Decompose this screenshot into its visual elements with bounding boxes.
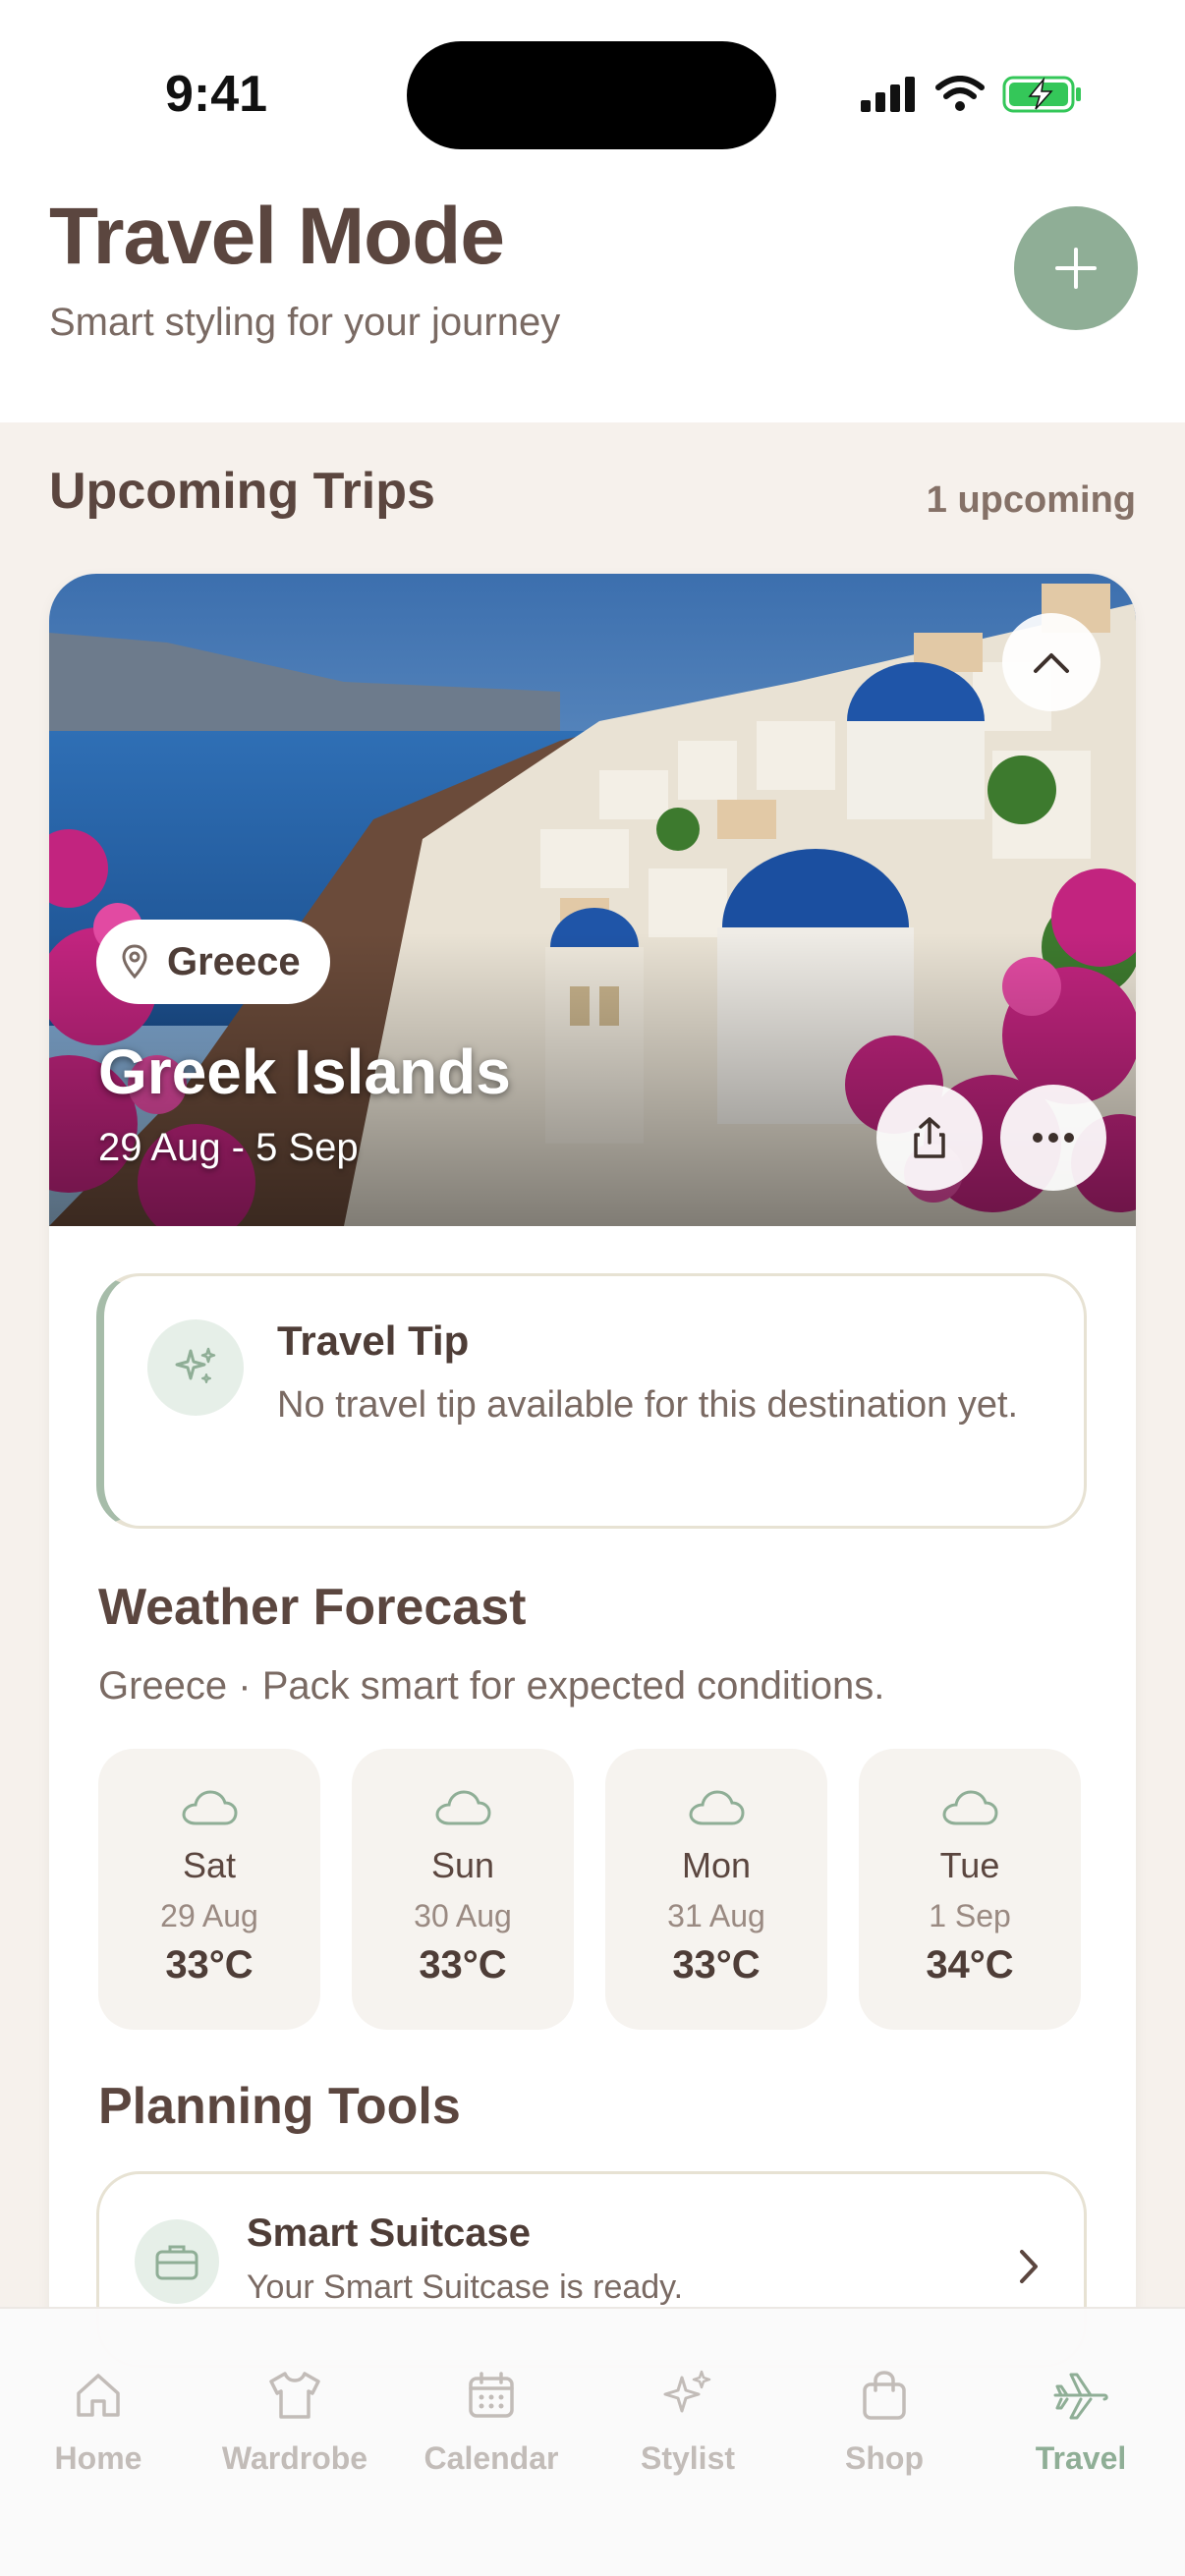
trip-dates: 29 Aug - 5 Sep (98, 1126, 359, 1169)
wifi-icon (935, 76, 985, 111)
weather-date: 31 Aug (667, 1898, 765, 1933)
status-icons (861, 75, 1083, 114)
cellular-signal-icon (861, 77, 915, 112)
tab-calendar[interactable]: Calendar (393, 2364, 590, 2477)
more-horizontal-icon (1033, 1133, 1074, 1143)
share-trip-button[interactable] (876, 1085, 983, 1191)
weather-date: 29 Aug (160, 1898, 258, 1933)
planning-tools-title: Planning Tools (98, 2078, 461, 2135)
tool-subtitle: Your Smart Suitcase is ready. (247, 2268, 684, 2306)
weather-temp: 33°C (672, 1943, 761, 1987)
tab-shop[interactable]: Shop (786, 2364, 983, 2477)
trip-name: Greek Islands (98, 1036, 511, 1107)
weather-day-card: Sat 29 Aug 33°C (98, 1749, 320, 2030)
tab-label: Travel (1035, 2440, 1127, 2476)
page-title: Travel Mode (49, 192, 505, 281)
tool-title: Smart Suitcase (247, 2212, 532, 2255)
location-label: Greece (167, 939, 301, 983)
trip-hero-image: Greece Greek Islands 29 Aug - 5 Sep (49, 574, 1136, 1226)
weather-forecast-title: Weather Forecast (98, 1579, 527, 1636)
weather-day: Tue (939, 1845, 1000, 1885)
tab-label: Wardrobe (221, 2440, 368, 2476)
share-icon (914, 1117, 945, 1158)
dynamic-island (407, 41, 776, 149)
travel-tip-text: No travel tip available for this destina… (277, 1384, 1019, 1426)
tab-label: Calendar (423, 2440, 559, 2476)
sparkles-icon (147, 1319, 244, 1416)
weather-date: 1 Sep (929, 1898, 1011, 1933)
chevron-up-icon (1034, 653, 1069, 673)
plus-icon (1055, 248, 1097, 289)
upcoming-trips-title: Upcoming Trips (49, 463, 435, 520)
weather-day-card: Mon 31 Aug 33°C (605, 1749, 827, 2030)
travel-tip-card: Travel Tip No travel tip available for t… (96, 1273, 1087, 1529)
collapse-trip-button[interactable] (1002, 613, 1100, 711)
location-badge: Greece (96, 920, 330, 1004)
tab-home[interactable]: Home (0, 2364, 197, 2477)
briefcase-icon (135, 2219, 219, 2304)
weather-temp: 34°C (926, 1943, 1014, 1987)
calendar-icon (469, 2372, 514, 2418)
airplane-icon (1053, 2373, 1108, 2420)
travel-tip-title: Travel Tip (277, 1317, 470, 1364)
chevron-right-icon (1020, 2250, 1038, 2283)
cloud-icon (942, 1790, 998, 1825)
weather-temp: 33°C (419, 1943, 507, 1987)
tab-label: Stylist (640, 2440, 736, 2476)
status-bar: 9:41 (0, 0, 1185, 187)
tab-label: Home (54, 2440, 142, 2476)
cloud-icon (435, 1790, 491, 1825)
add-trip-button[interactable] (1014, 206, 1138, 330)
upcoming-count: 1 upcoming (926, 479, 1136, 521)
more-options-button[interactable] (1000, 1085, 1106, 1191)
cloud-icon (689, 1790, 745, 1825)
weather-day: Sat (182, 1845, 237, 1885)
tab-travel[interactable]: Travel (983, 2364, 1179, 2477)
home-icon (77, 2374, 120, 2417)
weather-date: 30 Aug (414, 1898, 512, 1933)
weather-day: Sun (430, 1845, 495, 1885)
travel-mode-screen: Travel Mode Smart styling for your journ… (0, 0, 1185, 2576)
header: Travel Mode Smart styling for your journ… (0, 157, 1185, 422)
tab-bar: Home Wardrobe Calendar Stylist Shop Trav… (0, 2307, 1185, 2576)
page-subtitle: Smart styling for your journey (49, 301, 561, 344)
tab-stylist[interactable]: Stylist (590, 2364, 786, 2477)
weather-day-card: Tue 1 Sep 34°C (859, 1749, 1081, 2030)
battery-charging-icon (1002, 76, 1081, 113)
trip-card[interactable]: Greece Greek Islands 29 Aug - 5 Sep Trav… (49, 574, 1136, 2576)
sparkles-icon (663, 2370, 711, 2413)
weather-temp: 33°C (165, 1943, 254, 1987)
tab-wardrobe[interactable]: Wardrobe (197, 2364, 393, 2477)
weather-day-card: Sun 30 Aug 33°C (352, 1749, 574, 2030)
map-pin-icon (122, 944, 147, 980)
weather-day: Mon (681, 1845, 752, 1885)
cloud-icon (182, 1790, 238, 1825)
shirt-icon (269, 2372, 320, 2419)
weather-forecast-subtitle: Greece · Pack smart for expected conditi… (98, 1664, 885, 1708)
status-time: 9:41 (165, 66, 268, 123)
shopping-bag-icon (863, 2371, 906, 2420)
tab-label: Shop (845, 2440, 924, 2476)
